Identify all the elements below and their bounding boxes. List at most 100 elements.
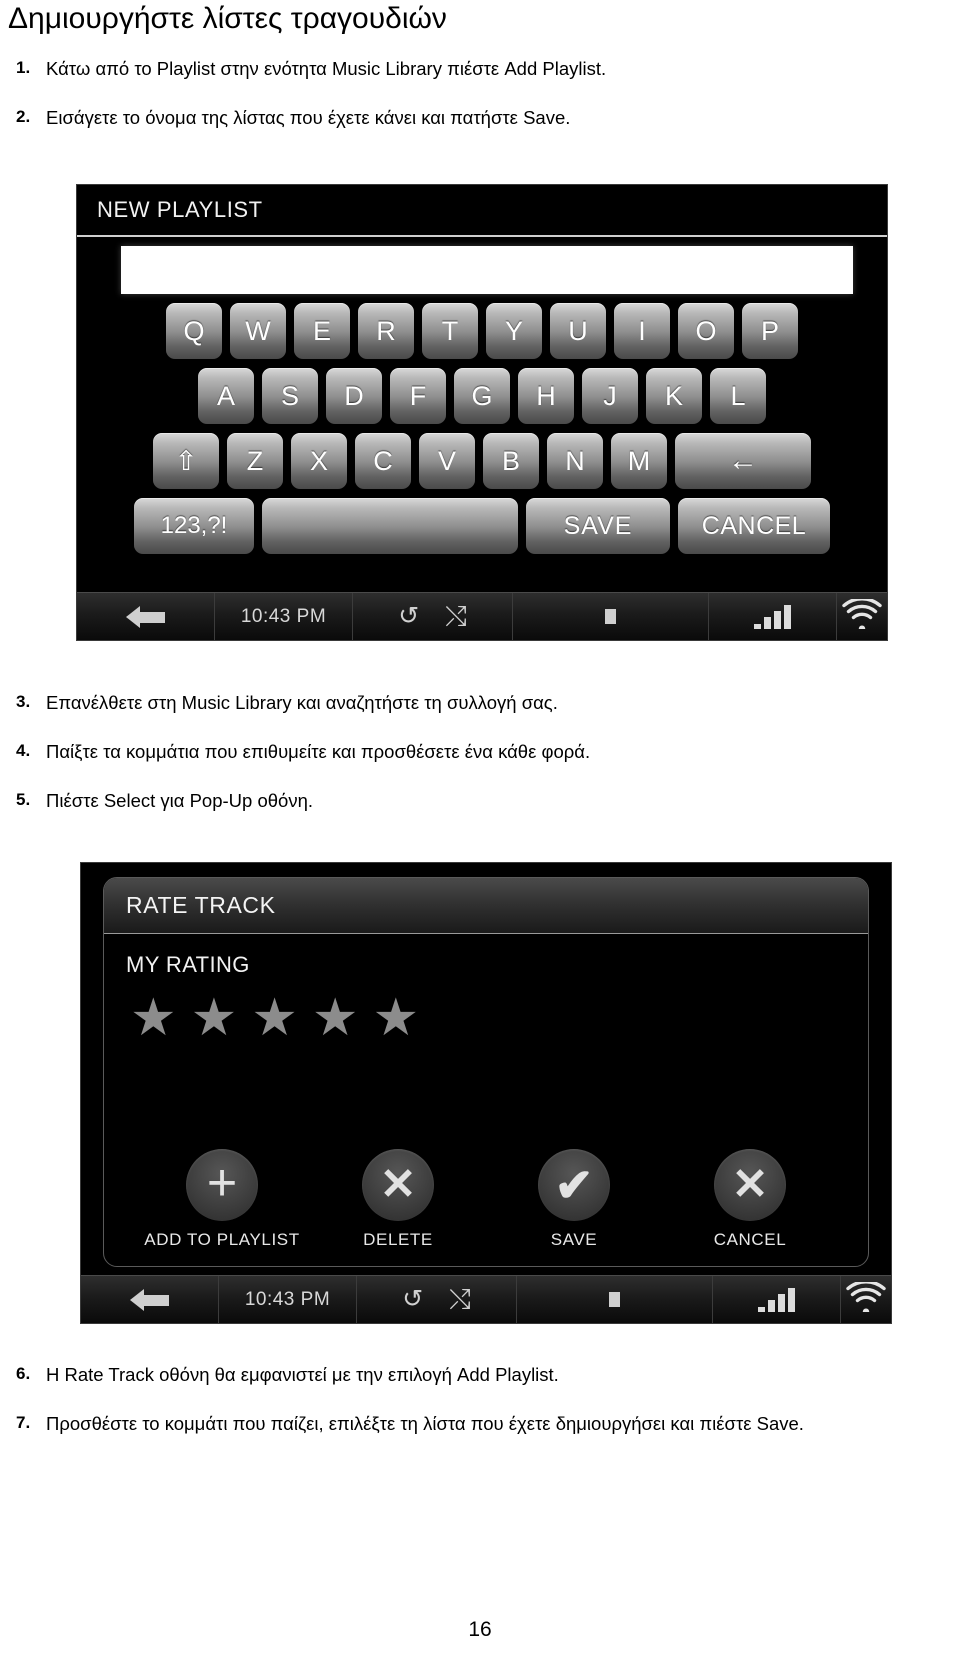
status-bar: 10:43 PM ↺ ⤭: [81, 1275, 891, 1323]
new-playlist-screenshot: NEW PLAYLIST Q W E R T Y U I O P A S D F…: [76, 184, 888, 641]
key-e[interactable]: E: [294, 303, 350, 359]
wifi-icon: [842, 597, 882, 634]
on-screen-keyboard[interactable]: Q W E R T Y U I O P A S D F G H J K L ⇧ …: [77, 303, 887, 563]
cancel-label: CANCEL: [713, 1230, 787, 1249]
step-text: Πιέστε Select για Pop-Up οθόνη.: [46, 789, 313, 811]
shift-key-icon[interactable]: ⇧: [153, 433, 219, 489]
key-a[interactable]: A: [198, 368, 254, 424]
x-glyph: ✕: [379, 1160, 417, 1209]
save-button[interactable]: ✔ SAVE: [489, 1149, 659, 1250]
key-b[interactable]: B: [483, 433, 539, 489]
status-wifi: [837, 593, 887, 640]
list-item: 2. Εισάγετε το όνομα της λίστας που έχετ…: [0, 105, 960, 132]
rate-track-screenshot: RATE TRACK MY RATING ★ ★ ★ ★ ★ + ADD TO …: [80, 862, 892, 1324]
key-u[interactable]: U: [550, 303, 606, 359]
key-w[interactable]: W: [230, 303, 286, 359]
status-clock: 10:43 PM: [215, 593, 353, 640]
shuffle-icon[interactable]: ⤭: [449, 1286, 471, 1313]
key-s[interactable]: S: [262, 368, 318, 424]
status-back-button[interactable]: [77, 593, 215, 640]
key-q[interactable]: Q: [166, 303, 222, 359]
step-text: Προσθέστε το κομμάτι που παίζει, επιλέξτ…: [46, 1412, 804, 1434]
key-r[interactable]: R: [358, 303, 414, 359]
screen-title: RATE TRACK: [126, 892, 276, 918]
star-5[interactable]: ★: [373, 992, 420, 1044]
step-number: 2.: [16, 106, 31, 126]
step-number: 1.: [16, 58, 31, 77]
star-1[interactable]: ★: [130, 992, 177, 1044]
list-item: 1. Κάτω από το Playlist στην ενότητα Mus…: [0, 56, 960, 83]
screen-header-bar: NEW PLAYLIST: [77, 185, 887, 237]
page-number: 16: [468, 1618, 492, 1641]
key-z[interactable]: Z: [227, 433, 283, 489]
list-item: 4. Παίξτε τα κομμάτια που επιθυμείτε και…: [0, 739, 960, 766]
add-to-playlist-button[interactable]: + ADD TO PLAYLIST: [137, 1149, 307, 1250]
key-c[interactable]: C: [355, 433, 411, 489]
step-number: 5.: [16, 789, 31, 809]
page-title: Δημιουργήστε λίστες τραγουδιών: [8, 2, 447, 35]
status-volume[interactable]: [709, 593, 837, 640]
space-key[interactable]: [262, 498, 518, 554]
cancel-button[interactable]: ✕ CANCEL: [665, 1149, 835, 1250]
star-4[interactable]: ★: [312, 992, 359, 1044]
back-arrow-icon: [129, 1288, 170, 1311]
key-f[interactable]: F: [390, 368, 446, 424]
stop-square-icon: [605, 609, 616, 624]
key-h[interactable]: H: [518, 368, 574, 424]
key-i[interactable]: I: [614, 303, 670, 359]
key-d[interactable]: D: [326, 368, 382, 424]
check-glyph: ✔: [554, 1159, 594, 1211]
steps-list-middle: 3. Επανέλθετε στη Music Library και αναζ…: [0, 690, 960, 836]
star-2[interactable]: ★: [191, 992, 238, 1044]
status-transport-controls[interactable]: ↺ ⤭: [353, 593, 513, 640]
key-j[interactable]: J: [582, 368, 638, 424]
key-v[interactable]: V: [419, 433, 475, 489]
key-y[interactable]: Y: [486, 303, 542, 359]
status-stop-button[interactable]: [517, 1276, 713, 1323]
key-k[interactable]: K: [646, 368, 702, 424]
status-wifi: [841, 1276, 891, 1323]
my-rating-label: MY RATING: [126, 952, 250, 977]
save-button[interactable]: SAVE: [526, 498, 670, 554]
signal-bars-icon: [758, 1287, 795, 1312]
backspace-key-icon[interactable]: ←: [675, 433, 811, 489]
cancel-button[interactable]: CANCEL: [678, 498, 830, 554]
x-glyph: ✕: [731, 1160, 769, 1209]
keyboard-row-2: A S D F G H J K L: [77, 368, 887, 424]
step-number: 3.: [16, 692, 31, 711]
star-3[interactable]: ★: [251, 992, 298, 1044]
delete-button[interactable]: ✕ DELETE: [313, 1149, 483, 1250]
step-text: Κάτω από το Playlist στην ενότητα Music …: [46, 58, 607, 79]
key-x[interactable]: X: [291, 433, 347, 489]
key-g[interactable]: G: [454, 368, 510, 424]
keyboard-row-3: ⇧ Z X C V B N M ←: [77, 433, 887, 489]
status-transport-controls[interactable]: ↺ ⤭: [357, 1276, 517, 1323]
x-icon: ✕: [714, 1149, 786, 1221]
signal-bars-icon: [754, 604, 791, 629]
key-t[interactable]: T: [422, 303, 478, 359]
rating-stars[interactable]: ★ ★ ★ ★ ★: [104, 978, 868, 1044]
wifi-icon: [846, 1280, 886, 1317]
list-item: 6. Η Rate Track οθόνη θα εμφανιστεί με τ…: [0, 1362, 960, 1389]
key-o[interactable]: O: [678, 303, 734, 359]
list-item: 5. Πιέστε Select για Pop-Up οθόνη.: [0, 788, 960, 815]
key-n[interactable]: N: [547, 433, 603, 489]
stop-square-icon: [609, 1292, 620, 1307]
repeat-icon[interactable]: ↺: [398, 604, 419, 629]
step-text: Εισάγετε το όνομα της λίστας που έχετε κ…: [46, 106, 571, 128]
playlist-name-input[interactable]: [121, 246, 853, 294]
key-m[interactable]: M: [611, 433, 667, 489]
status-volume[interactable]: [713, 1276, 841, 1323]
keyboard-row-1: Q W E R T Y U I O P: [77, 303, 887, 359]
shuffle-icon[interactable]: ⤭: [445, 603, 467, 630]
screen-title: NEW PLAYLIST: [97, 197, 263, 222]
add-to-playlist-label: ADD TO PLAYLIST: [144, 1230, 300, 1249]
status-back-button[interactable]: [81, 1276, 219, 1323]
status-stop-button[interactable]: [513, 593, 709, 640]
key-l[interactable]: L: [710, 368, 766, 424]
plus-glyph: +: [206, 1154, 238, 1212]
numbers-symbols-key[interactable]: 123,?!: [134, 498, 254, 554]
key-p[interactable]: P: [742, 303, 798, 359]
repeat-icon[interactable]: ↺: [402, 1287, 423, 1312]
list-item: 3. Επανέλθετε στη Music Library και αναζ…: [0, 690, 960, 717]
